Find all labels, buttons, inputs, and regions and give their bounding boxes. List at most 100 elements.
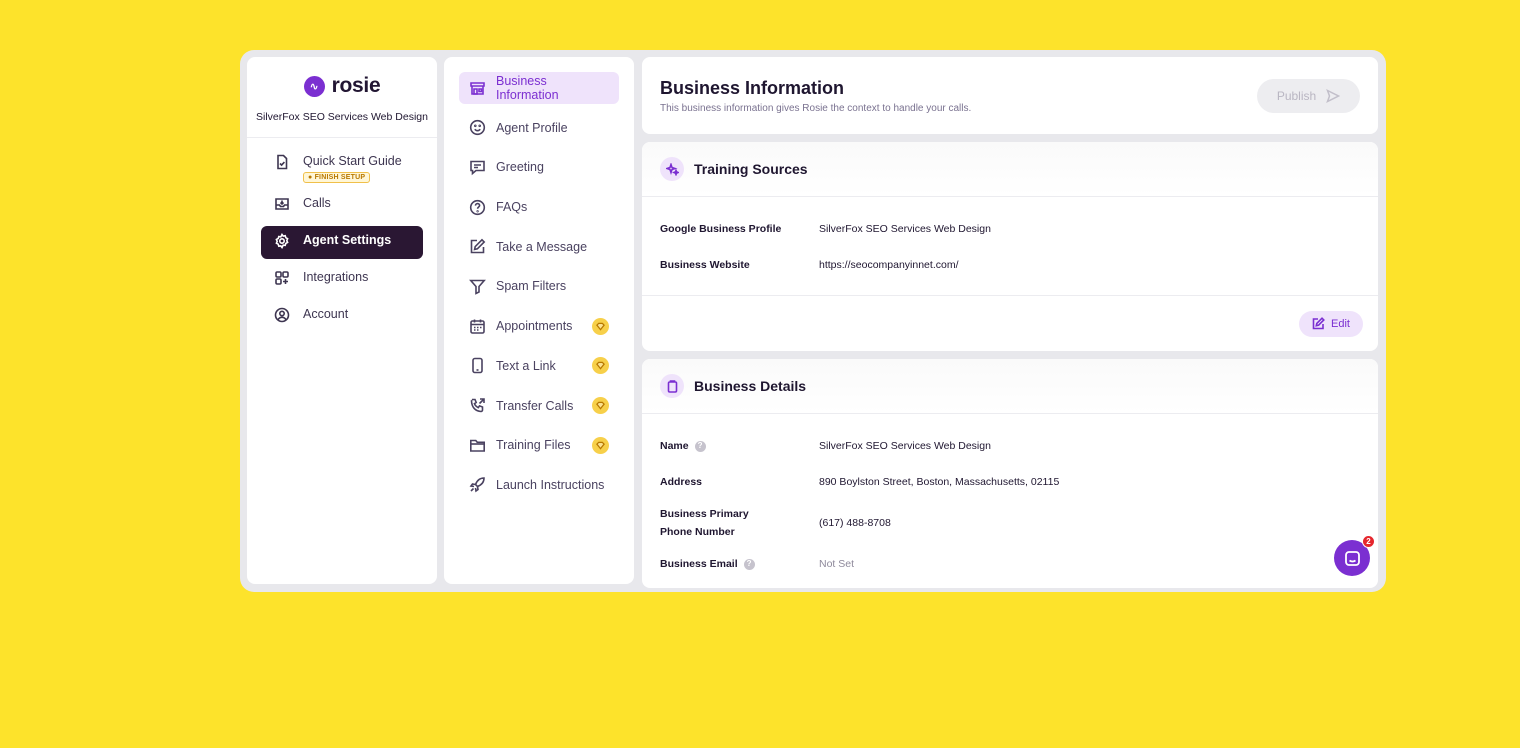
row-value: 890 Boylston Street, Boston, Massachuset… — [819, 476, 1060, 488]
sparkle-icon — [660, 157, 684, 181]
training-sources-header: Training Sources — [642, 142, 1378, 197]
menu-item-agent-profile[interactable]: Agent Profile — [459, 112, 619, 144]
business-details-card: Business Details Name? SilverFox SEO Ser… — [642, 359, 1378, 588]
edit-label: Edit — [1331, 317, 1350, 330]
question-icon — [469, 199, 486, 215]
row-key: Name? — [660, 437, 819, 455]
details-row: Name? SilverFox SEO Services Web Design — [660, 428, 1360, 464]
publish-label: Publish — [1276, 89, 1317, 103]
row-value: SilverFox SEO Services Web Design — [819, 223, 991, 235]
info-icon[interactable]: ? — [694, 440, 706, 452]
details-row: Business Email? Not Set — [660, 546, 1360, 582]
premium-badge — [592, 357, 609, 375]
pencil-square-icon — [470, 238, 486, 254]
row-key: Business Email? — [660, 555, 819, 573]
training-footer: Edit — [642, 295, 1378, 351]
gem-icon — [596, 362, 605, 370]
notification-badge: 2 — [1362, 535, 1375, 548]
menu-item-transfer-calls[interactable]: Transfer Calls — [459, 390, 619, 422]
phone-forward-icon — [470, 398, 485, 413]
row-value: Not Set — [819, 558, 855, 570]
card-title: Training Sources — [694, 161, 808, 177]
inbox-icon — [275, 198, 289, 210]
nav-item-label: Integrations — [303, 270, 369, 284]
details-rows: Name? SilverFox SEO Services Web Design … — [642, 414, 1378, 588]
rocket-icon — [469, 477, 485, 493]
menu-item-take-a-message[interactable]: Take a Message — [459, 231, 619, 263]
nav-item-quick-start-guide[interactable]: Quick Start Guide ● FINISH SETUP — [261, 148, 423, 188]
menu-item-training-files[interactable]: Training Files — [459, 429, 619, 461]
premium-badge — [592, 397, 609, 414]
nav-item-label: Account — [303, 307, 349, 321]
brand-area: ∿ rosie SilverFox SEO Services Web Desig… — [247, 57, 437, 138]
nav-item-agent-settings[interactable]: Agent Settings — [261, 226, 423, 259]
filter-icon — [469, 279, 486, 295]
details-row: Address 890 Boylston Street, Boston, Mas… — [660, 464, 1360, 500]
phone-icon — [472, 358, 483, 374]
row-value: SilverFox SEO Services Web Design — [819, 440, 991, 452]
sidebar: ∿ rosie SilverFox SEO Services Web Desig… — [247, 57, 437, 584]
row-key: Address — [660, 476, 703, 488]
logo[interactable]: ∿ rosie — [247, 74, 437, 98]
row-key: Google Business Profile — [660, 223, 782, 235]
message-icon — [470, 160, 485, 176]
menu-item-text-a-link[interactable]: Text a Link — [459, 350, 619, 382]
nav-item-label: Calls — [303, 196, 331, 210]
nav-item-integrations[interactable]: Integrations — [261, 263, 423, 296]
settings-menu: Business Information Agent Profile Greet… — [444, 57, 634, 584]
user-circle-icon — [274, 307, 290, 323]
page-subtitle: This business information gives Rosie th… — [660, 103, 972, 114]
row-key: Business Primary Phone Number — [660, 508, 749, 538]
edit-icon — [1312, 317, 1325, 330]
company-name: SilverFox SEO Services Web Design — [256, 111, 428, 123]
menu-item-label: Launch Instructions — [496, 477, 605, 492]
training-sources-card: Training Sources Google Business Profile… — [642, 142, 1378, 351]
menu-item-label: Spam Filters — [496, 279, 567, 294]
menu-item-label: Appointments — [496, 319, 573, 334]
calendar-icon — [470, 319, 485, 334]
row-value: https://seocompanyinnet.com/ — [819, 259, 959, 271]
training-row: Business Website https://seocompanyinnet… — [660, 247, 1360, 283]
apps-icon — [275, 271, 289, 285]
info-icon[interactable]: ? — [743, 558, 755, 570]
nav-item-label: Agent Settings — [303, 233, 392, 247]
gem-icon — [596, 322, 605, 331]
details-row: Business Primary Phone Number (617) 488-… — [660, 500, 1360, 546]
store-icon — [470, 81, 485, 95]
row-key: Business Website — [660, 259, 750, 271]
smile-icon — [469, 120, 486, 136]
file-check-icon — [277, 154, 288, 170]
menu-item-faqs[interactable]: FAQs — [459, 191, 619, 223]
premium-badge — [592, 317, 609, 335]
gear-icon — [275, 233, 289, 249]
rosie-logo-icon: ∿ — [303, 75, 325, 97]
nav-item-account[interactable]: Account — [261, 300, 423, 333]
card-title: Business Details — [694, 378, 807, 394]
publish-button[interactable]: Publish — [1257, 79, 1360, 113]
send-icon — [1326, 89, 1341, 103]
menu-item-launch-instructions[interactable]: Launch Instructions — [459, 469, 619, 501]
menu-item-label: Training Files — [496, 438, 571, 453]
finish-setup-badge: ● FINISH SETUP — [303, 172, 371, 183]
app-window: ∿ rosie SilverFox SEO Services Web Desig… — [240, 50, 1386, 592]
gem-icon — [596, 401, 605, 410]
menu-item-business-information[interactable]: Business Information — [459, 72, 619, 104]
menu-item-label: FAQs — [496, 200, 528, 215]
edit-button[interactable]: Edit — [1299, 310, 1363, 337]
menu-item-label: Text a Link — [496, 358, 556, 373]
chat-icon — [1344, 550, 1360, 566]
menu-item-greeting[interactable]: Greeting — [459, 151, 619, 183]
premium-badge — [592, 436, 609, 454]
menu-item-appointments[interactable]: Appointments — [459, 310, 619, 342]
row-value: (617) 488-8708 — [819, 517, 891, 529]
page-title: Business Information — [660, 78, 845, 98]
main-content: Business Information This business infor… — [642, 57, 1378, 588]
folder-icon — [470, 439, 485, 452]
menu-item-label: Transfer Calls — [496, 398, 574, 413]
menu-item-label: Agent Profile — [496, 120, 568, 135]
chat-launcher-button[interactable]: 2 — [1334, 535, 1375, 576]
nav-item-calls[interactable]: Calls — [261, 189, 423, 222]
menu-item-spam-filters[interactable]: Spam Filters — [459, 270, 619, 302]
gem-icon — [596, 441, 605, 450]
logo-text: rosie — [331, 74, 381, 97]
